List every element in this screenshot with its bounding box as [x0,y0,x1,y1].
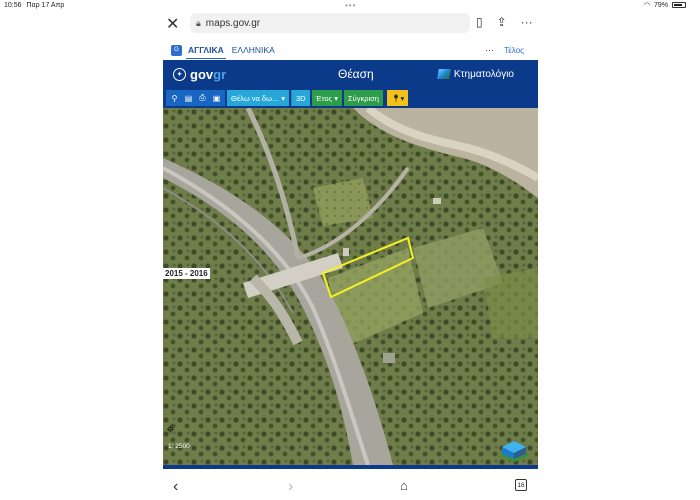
battery-fill [674,4,682,6]
map-scale: 1: 2500 [168,443,190,450]
lang-english-tab[interactable]: ΑΓΓΛΙΚΑ [188,45,224,55]
save-icon[interactable]: ▣ [210,91,223,105]
battery-percent: 79% [653,1,668,9]
caret-down-icon: ▾ [334,93,338,103]
browser-toolbar: ✕ 🔒︎ maps.gov.gr ▯ ⇪ ··· [0,12,700,34]
map-toolbar: ⚲ ▤ ⎙ ▣ Θέλω να δω... ▾ 3D Έτος ▾ Σύγκρι… [163,88,538,108]
browser-nav-bar: ‹ › ⌂ 16 [0,476,700,498]
back-arrow-icon[interactable]: ‹ [173,478,178,496]
lock-icon: 🔒︎ [196,17,201,28]
tabs-button[interactable]: 16 [515,479,527,491]
lang-greek-tab[interactable]: ΕΛΛΗΝΙΚΑ [232,45,275,55]
home-icon[interactable]: ⌂ [400,478,408,493]
wifi-icon: ◠ [643,2,650,9]
bookmark-icon[interactable]: ▯ [476,15,483,29]
view-dropdown[interactable]: Θέλω να δω... ▾ [227,90,289,106]
year-dropdown[interactable]: Έτος ▾ [311,90,342,106]
status-date: Παρ 17 Απρ [26,1,65,9]
active-tab-indicator [186,58,226,59]
forward-arrow-icon[interactable]: › [288,478,293,496]
close-icon[interactable]: ✕ [166,14,179,34]
location-marker-button[interactable]: 📍︎▾ [386,90,409,106]
ktimatologio-brand[interactable]: Κτηματολόγιο [437,68,514,80]
document-icon[interactable]: ▤ [182,91,195,105]
view-dropdown-label: Θέλω να δω... [231,93,279,103]
translate-done-button[interactable]: Τέλος [504,46,524,55]
battery-icon [672,2,686,8]
compare-button[interactable]: Σύγκριση [343,90,383,106]
url-text: maps.gov.gr [205,17,261,29]
map-footer-strip [163,465,538,469]
translate-more-button[interactable]: ··· [485,45,494,55]
share-icon[interactable]: ⇪ [497,15,507,29]
logo-gov: gov [190,66,214,82]
imagery-year-label: 2015 - 2016 [163,268,210,279]
map-pin-icon: 📍︎▾ [390,93,405,103]
caret-down-icon: ▾ [281,93,285,103]
print-icon[interactable]: ⎙ [196,91,209,105]
address-bar[interactable]: 🔒︎ maps.gov.gr [190,13,470,33]
search-icon[interactable]: ⚲ [168,91,181,105]
crosshair-icon[interactable]: ⌖ [166,421,174,438]
satellite-map[interactable] [163,108,538,465]
status-time: 10:56 [4,1,22,9]
ktimatologio-map-logo-icon [500,441,528,462]
translate-icon: G [171,44,182,56]
govgr-logo[interactable]: ✦ govgr [173,67,226,82]
3d-button[interactable]: 3D [290,90,310,106]
satellite-image [163,108,538,465]
translate-bar: G ΑΓΓΛΙΚΑ ΕΛΛΗΝΙΚΑ ··· Τέλος [165,42,538,58]
multitask-dots-icon[interactable]: ••• [345,1,356,10]
site-header: ✦ govgr Θέαση Κτηματολόγιο [163,60,538,88]
page-title: Θέαση [338,67,374,81]
logo-gr: gr [213,66,227,82]
emblem-icon: ✦ [173,67,186,81]
more-icon[interactable]: ··· [521,15,533,29]
brand-label: Κτηματολόγιο [453,68,514,80]
ktimatologio-logo-icon [437,69,451,79]
year-dropdown-label: Έτος [315,93,333,103]
